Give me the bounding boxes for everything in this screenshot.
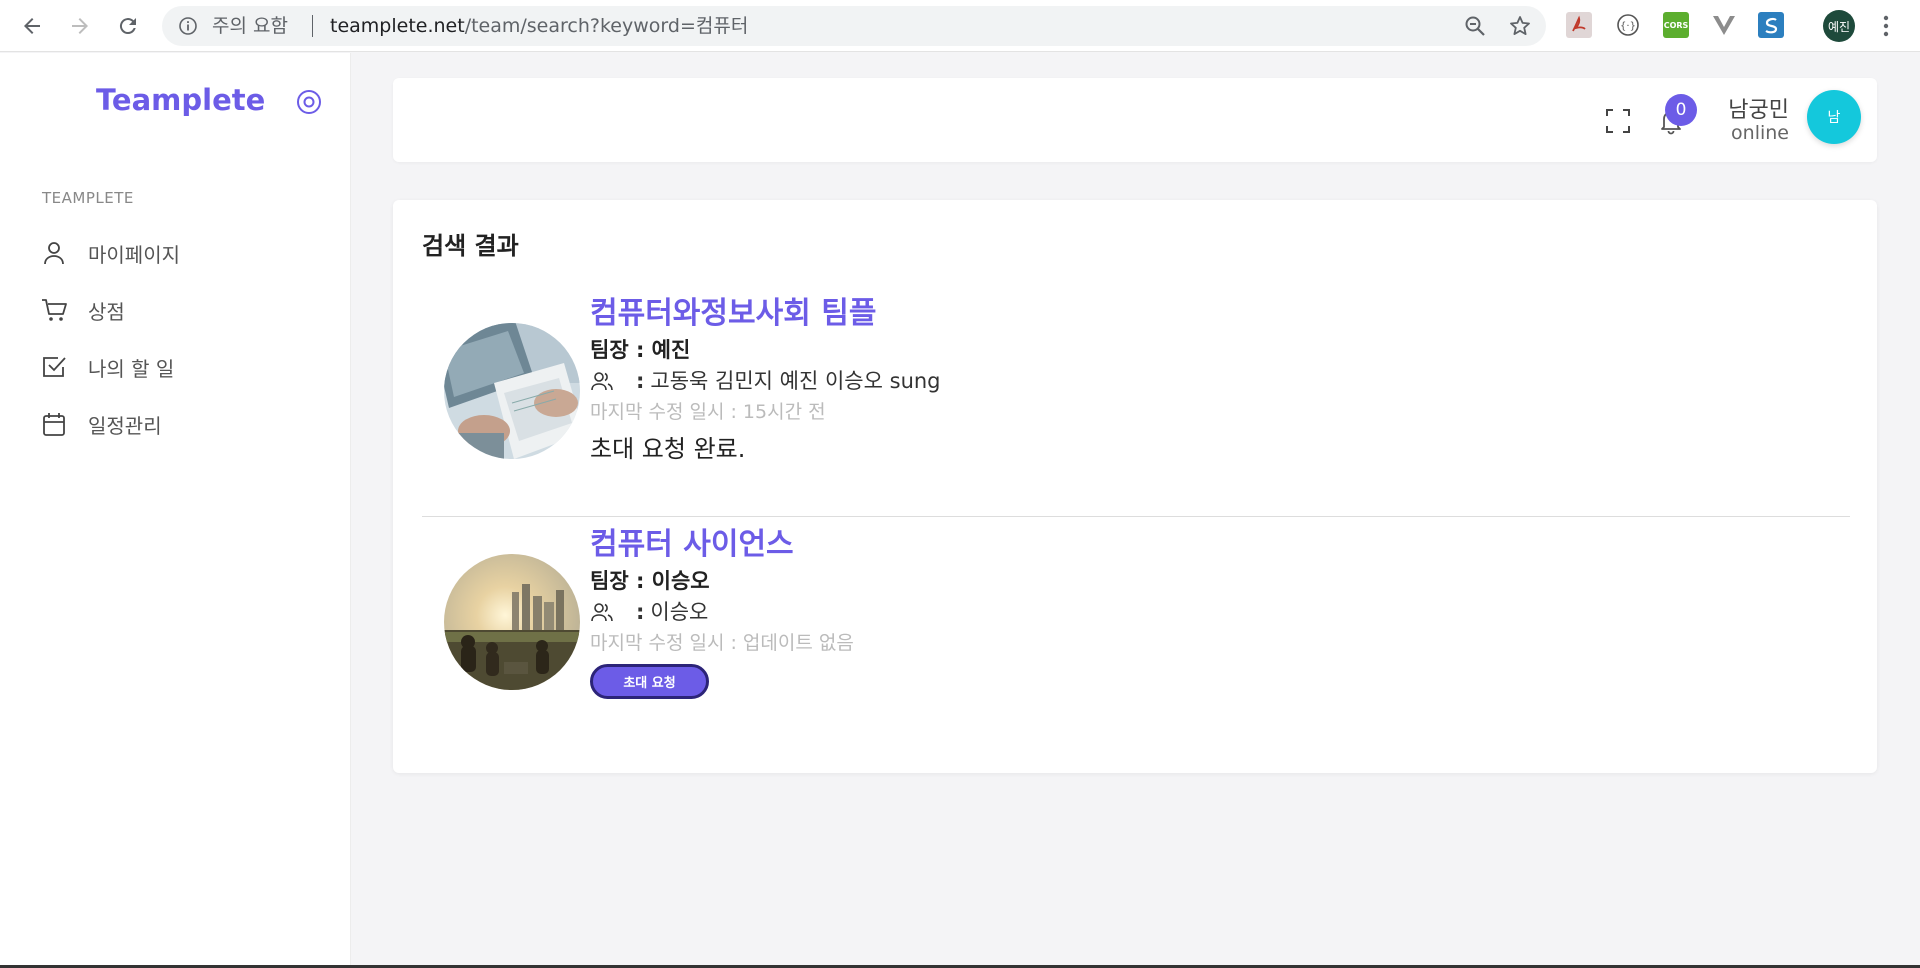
sidebar-item-label: 상점 [88, 299, 125, 324]
user-status: online [1731, 122, 1789, 144]
last-modified: 마지막 수정 일시 : 15시간 전 [590, 401, 826, 423]
info-icon[interactable] [178, 16, 198, 36]
team-photo-city [444, 554, 580, 690]
user-icon [44, 242, 64, 265]
cors-icon: CORS [1663, 20, 1689, 30]
s-extension[interactable] [1758, 12, 1784, 38]
sidebar-item-mypage[interactable]: 마이페이지 [40, 235, 180, 271]
more-vert-icon[interactable] [1876, 12, 1896, 40]
search-results-card: 검색 결과 컴퓨터와정보사회 팀플 팀장 : 예진 : 고동욱 김민지 예진 이… [393, 200, 1877, 773]
top-header: 0 남궁민 online 남 [393, 78, 1877, 162]
sidebar-item-schedule[interactable]: 일정관리 [40, 406, 162, 442]
sidebar-section-title: TEAMPLETE [42, 189, 134, 207]
svg-text:{·}: {·} [1620, 21, 1636, 32]
team-info: 컴퓨터 사이언스 팀장 : 이승오 : 이승오 마지막 수정 일시 : 업데이트… [590, 526, 854, 699]
team-members: : 이승오 [590, 596, 854, 628]
team-leader: 팀장 : 이승오 [590, 569, 710, 593]
brand-logo[interactable]: Teamplete [96, 83, 265, 117]
forward-button[interactable] [64, 10, 96, 42]
cart-icon [42, 299, 67, 321]
browser-toolbar: 주의 요함 teamplete.net/team/search?keyword=… [0, 0, 1920, 52]
sidebar-item-label: 나의 할 일 [88, 356, 175, 381]
reload-button[interactable] [112, 10, 144, 42]
user-name: 남궁민 [1728, 98, 1789, 123]
sidebar-item-todo[interactable]: 나의 할 일 [40, 349, 174, 385]
acrobat-icon [1572, 15, 1586, 32]
sidebar-item-label: 일정관리 [88, 413, 162, 438]
sidebar-toggle-icon[interactable] [296, 89, 322, 115]
url-host: teamplete.net [330, 15, 465, 37]
bookmark-star-icon[interactable] [1508, 14, 1532, 38]
result-divider [422, 516, 1850, 517]
page-title: 검색 결과 [422, 232, 519, 260]
team-info: 컴퓨터와정보사회 팀플 팀장 : 예진 : 고동욱 김민지 예진 이승오 sun… [590, 295, 941, 469]
notification-badge[interactable]: 0 [1665, 94, 1697, 126]
laptop-photo-image [444, 323, 580, 459]
acrobat-extension[interactable] [1566, 12, 1592, 38]
members-colon: : [636, 600, 645, 624]
users-icon [591, 372, 613, 391]
avatar[interactable]: 남 [1807, 90, 1861, 144]
users-icon [591, 603, 613, 622]
members-colon: : [636, 369, 645, 393]
cors-extension[interactable]: CORS [1663, 12, 1689, 38]
team-photo-laptops [444, 323, 580, 459]
url-path: /team/search?keyword=컴퓨터 [464, 15, 749, 37]
sidebar: Teamplete TEAMPLETE 마이페이지 상점 나의 할 일 일정관리 [0, 53, 351, 968]
back-button[interactable] [16, 10, 48, 42]
arrow-right-icon [72, 18, 88, 34]
code-extension[interactable]: {·} [1615, 12, 1641, 38]
fullscreen-icon[interactable] [1605, 108, 1631, 134]
s-extension-icon [1765, 17, 1778, 34]
team-leader: 팀장 : 예진 [590, 338, 691, 362]
url-text[interactable]: teamplete.net/team/search?keyword=컴퓨터 [330, 15, 748, 37]
team-name-link[interactable]: 컴퓨터와정보사회 팀플 [590, 295, 941, 333]
members-list: 이승오 [650, 600, 709, 624]
members-list: 고동욱 김민지 예진 이승오 sung [650, 369, 941, 393]
last-modified: 마지막 수정 일시 : 업데이트 없음 [590, 632, 854, 654]
reload-icon [119, 18, 136, 35]
url-separator [312, 15, 313, 37]
calendar-icon [43, 413, 65, 436]
vue-devtools-icon [1713, 16, 1735, 35]
profile-avatar[interactable]: 예진 [1823, 10, 1855, 42]
address-bar[interactable]: 주의 요함 teamplete.net/team/search?keyword=… [162, 6, 1546, 46]
city-sunset-photo-image [444, 554, 580, 690]
security-warning: 주의 요함 [212, 15, 288, 37]
checkbox-icon [43, 357, 66, 377]
arrow-left-icon [24, 18, 40, 34]
invite-request-button[interactable]: 초대 요청 [590, 664, 709, 699]
zoom-icon[interactable] [1464, 15, 1486, 37]
team-members: : 고동욱 김민지 예진 이승오 sung [590, 365, 941, 397]
team-name-link[interactable]: 컴퓨터 사이언스 [590, 526, 854, 564]
code-braces-icon: {·} [1617, 14, 1639, 36]
sidebar-item-label: 마이페이지 [88, 242, 180, 267]
sidebar-item-shop[interactable]: 상점 [40, 292, 125, 328]
vue-extension[interactable] [1711, 12, 1737, 38]
invite-status: 초대 요청 완료. [590, 435, 746, 463]
